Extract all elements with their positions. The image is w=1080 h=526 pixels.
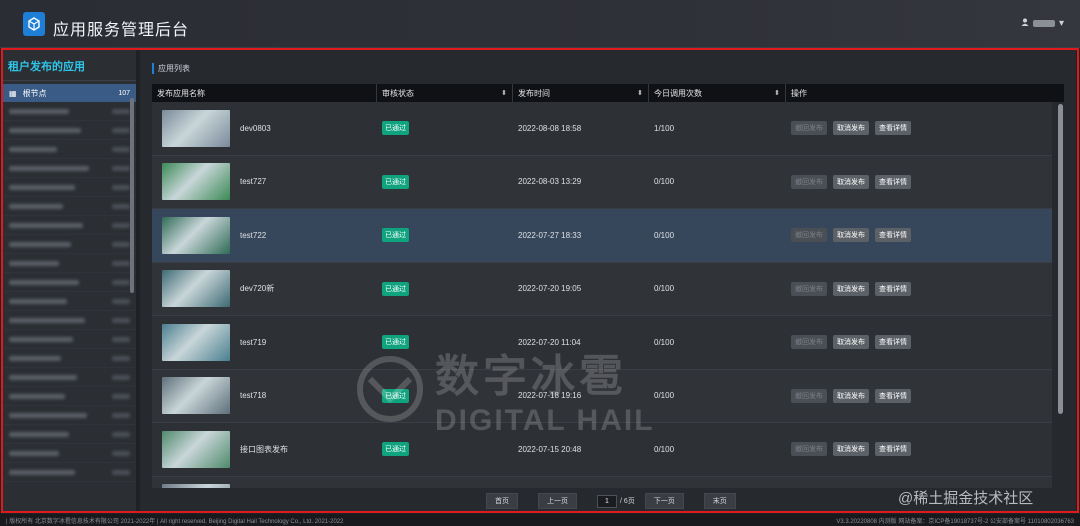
top-bar: 应用服务管理后台 ▾: [0, 0, 1080, 48]
user-name-redacted: [1032, 20, 1055, 27]
footer-version: V3.3.20220808 内测版 网站备案：京ICP备19018737号-2 …: [836, 518, 1074, 525]
app-title: 应用服务管理后台: [53, 22, 190, 39]
footer-copyright: | 版权所有 北京数字冰雹信息技术有限公司 2021-2022年 | All r…: [6, 518, 344, 525]
highlight-frame: [1, 48, 1079, 513]
user-icon: [1021, 18, 1029, 29]
app-logo-icon: [23, 12, 45, 36]
chevron-down-icon: ▾: [1058, 18, 1064, 29]
user-menu[interactable]: ▾: [1021, 18, 1064, 29]
footer: | 版权所有 北京数字冰雹信息技术有限公司 2021-2022年 | All r…: [0, 514, 1080, 526]
credit-watermark: @稀土掘金技术社区: [898, 490, 1034, 507]
